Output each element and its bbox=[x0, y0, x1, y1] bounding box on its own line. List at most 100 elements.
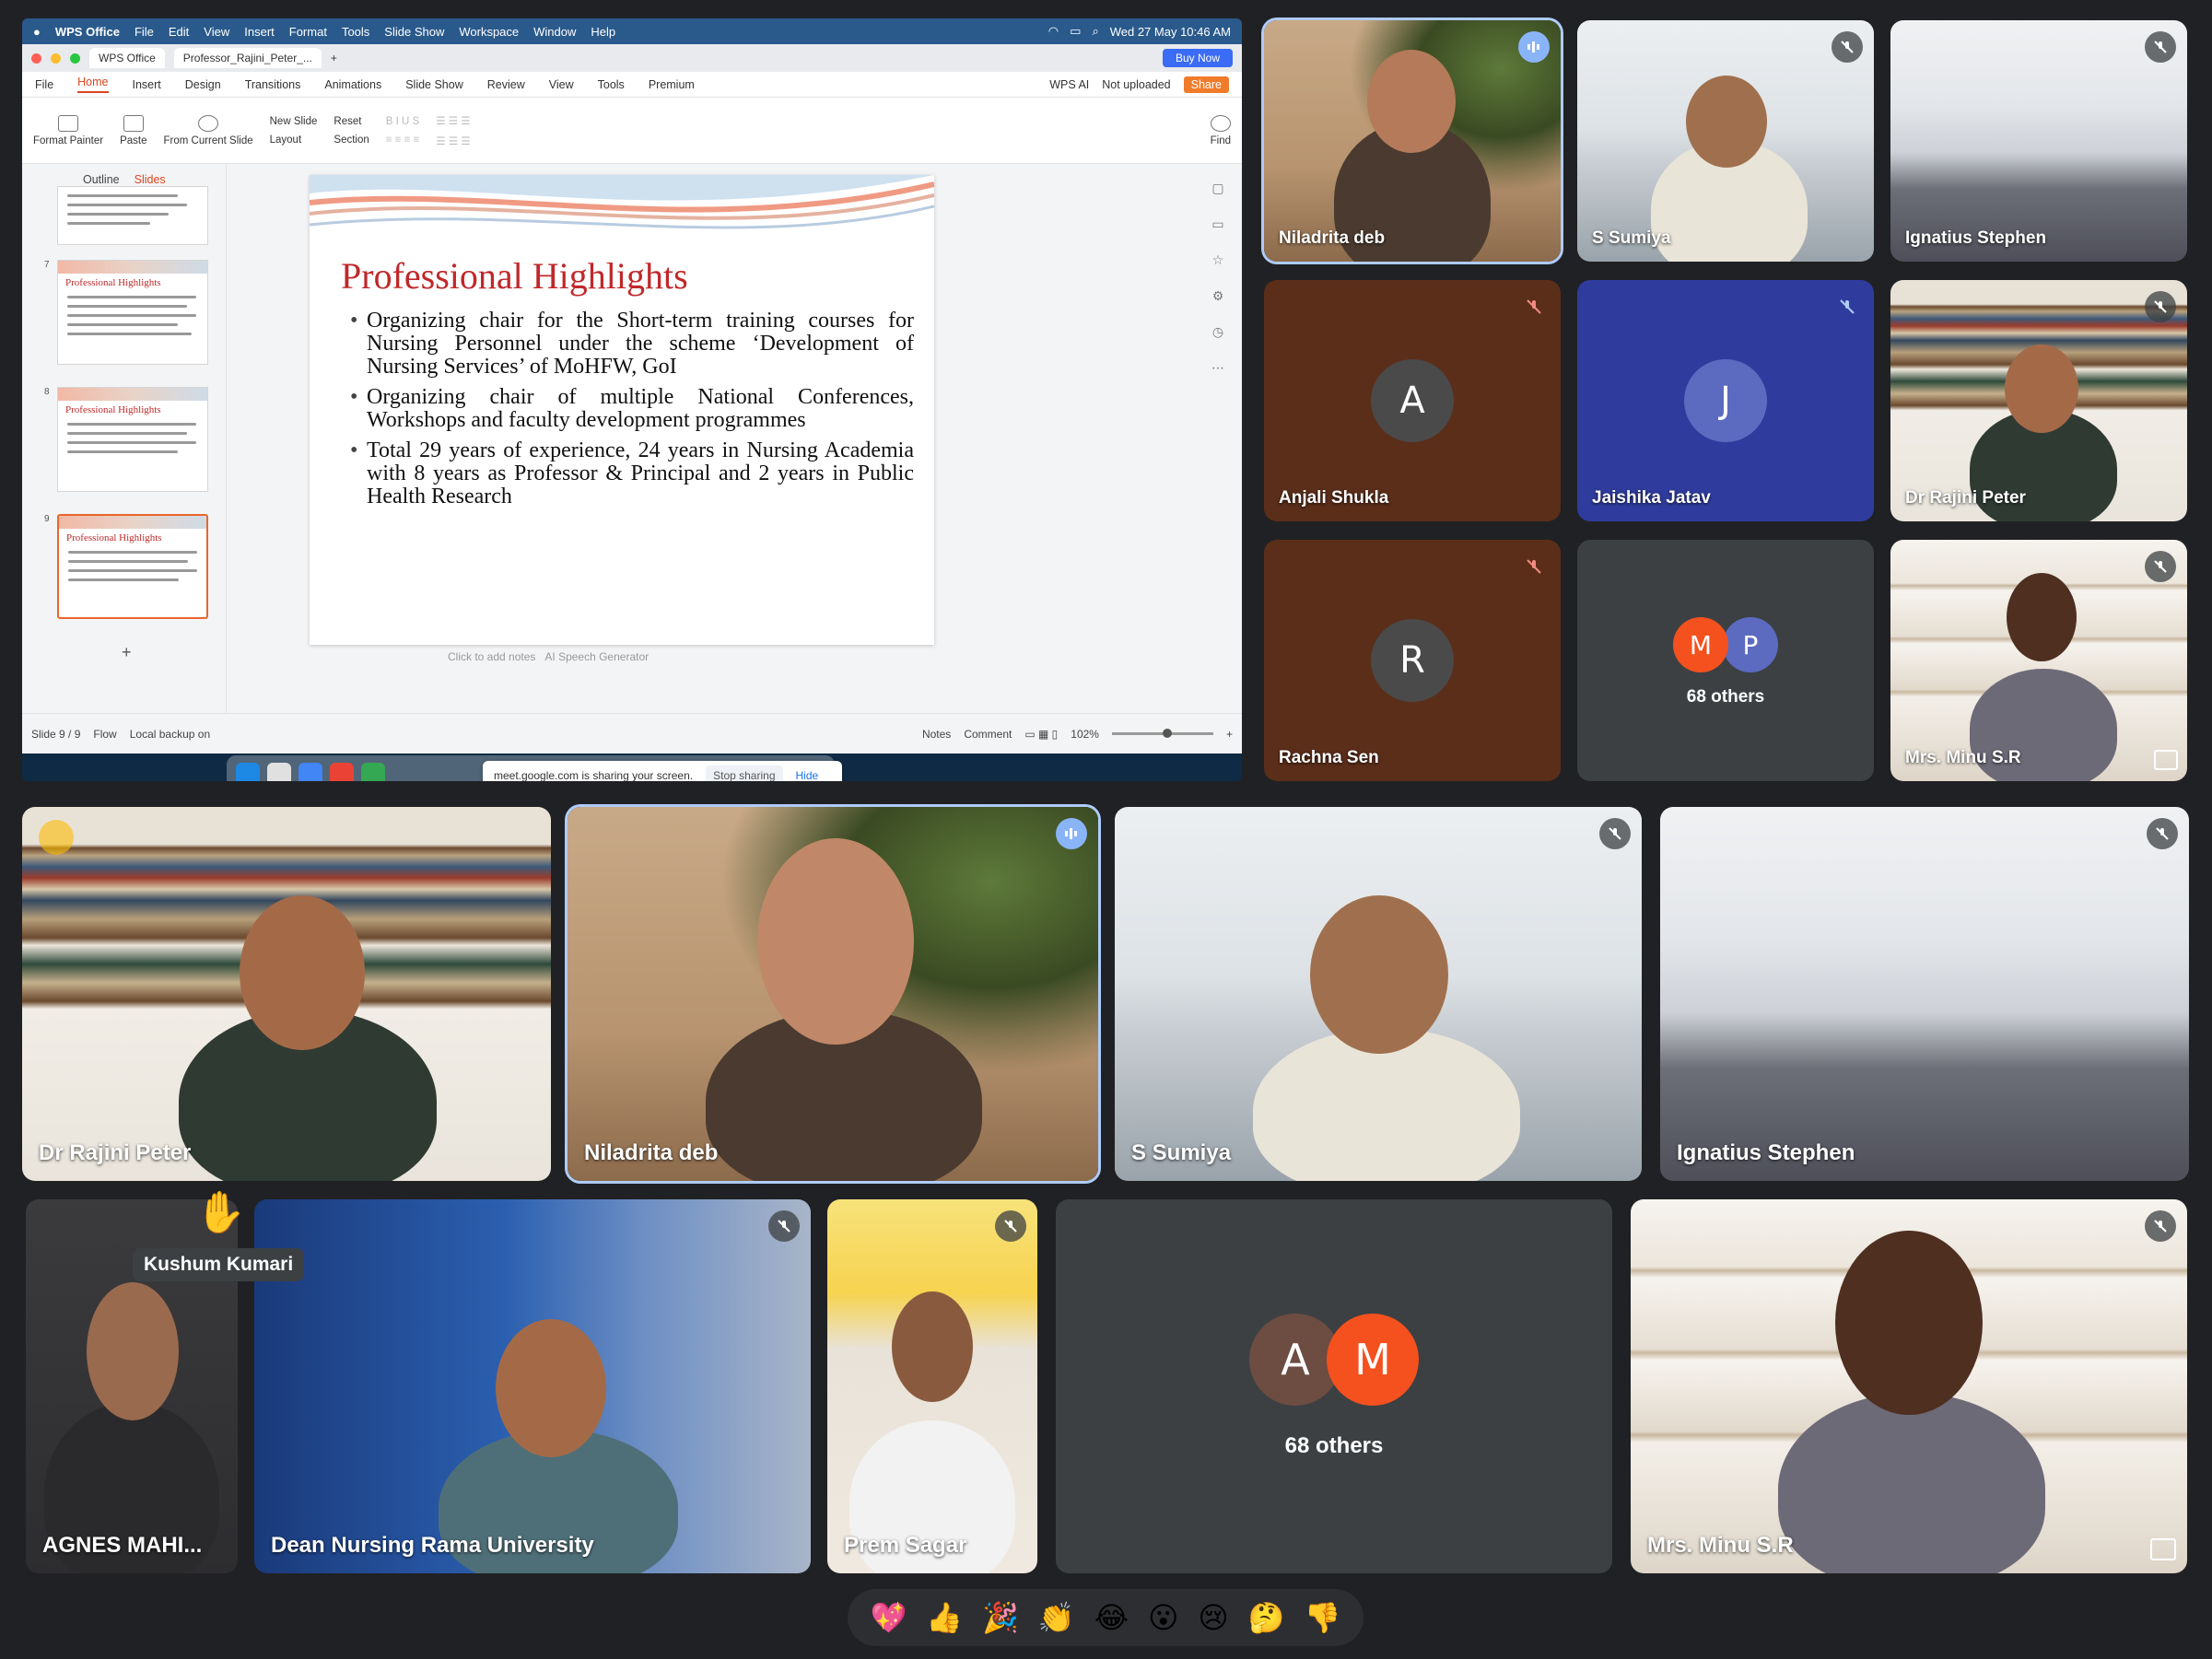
mac-menu-file[interactable]: File bbox=[135, 25, 154, 39]
participant-tile-jaishika[interactable]: J Jaishika Jatav bbox=[1577, 280, 1874, 521]
layout-button[interactable]: Layout bbox=[270, 134, 318, 146]
reaction-thumbs-down[interactable]: 👎 bbox=[1305, 1600, 1341, 1635]
star-icon[interactable]: ☆ bbox=[1212, 252, 1224, 268]
notes-button[interactable]: Notes bbox=[922, 728, 951, 741]
participant-tile-prem-sagar[interactable]: Prem Sagar bbox=[827, 1199, 1037, 1573]
messages-icon[interactable] bbox=[361, 763, 385, 781]
more-icon[interactable]: ⋯ bbox=[1211, 360, 1224, 376]
screen-share-tile[interactable]: ● WPS Office File Edit View Insert Forma… bbox=[22, 18, 1242, 781]
slides-tab[interactable]: Slides bbox=[135, 173, 166, 186]
slide-thumbnail-6[interactable] bbox=[57, 186, 208, 245]
add-slide-icon[interactable]: + bbox=[122, 643, 132, 662]
mac-menu-view[interactable]: View bbox=[204, 25, 229, 39]
tab-home[interactable]: Home bbox=[77, 76, 109, 93]
tab-transitions[interactable]: Transitions bbox=[245, 78, 301, 91]
zoom-in-icon[interactable]: + bbox=[1226, 728, 1233, 741]
comment-icon[interactable]: ▭ bbox=[1211, 216, 1223, 232]
ai-speech-generator-button[interactable]: AI Speech Generator bbox=[544, 650, 649, 663]
mac-menu-insert[interactable]: Insert bbox=[244, 25, 275, 39]
new-tab-icon[interactable]: + bbox=[331, 52, 337, 64]
apple-icon[interactable]: ● bbox=[33, 25, 41, 39]
new-slide-button[interactable]: New Slide bbox=[270, 116, 318, 127]
pin-icon[interactable] bbox=[2150, 1538, 2176, 1560]
zoom-level[interactable]: 102% bbox=[1071, 728, 1099, 741]
comment-button[interactable]: Comment bbox=[964, 728, 1012, 741]
participant-tile-rajini-large[interactable]: Dr Rajini Peter bbox=[22, 807, 551, 1181]
format-painter-button[interactable]: Format Painter bbox=[33, 114, 103, 146]
flow-button[interactable]: Flow bbox=[93, 728, 116, 741]
tab-document[interactable]: Professor_Rajini_Peter_... bbox=[173, 48, 322, 68]
others-tile-large[interactable]: A M 68 others bbox=[1056, 1199, 1612, 1573]
tab-animations[interactable]: Animations bbox=[324, 78, 381, 91]
participant-tile-minu[interactable]: Mrs. Minu S.R bbox=[1890, 540, 2187, 781]
paste-button[interactable]: Paste bbox=[120, 114, 146, 146]
participant-tile-sumiya-large[interactable]: S Sumiya bbox=[1115, 807, 1642, 1181]
wps-ai-button[interactable]: WPS AI bbox=[1049, 78, 1089, 91]
reaction-sad[interactable]: 😢 bbox=[1198, 1600, 1228, 1635]
participant-tile-minu-large[interactable]: Mrs. Minu S.R bbox=[1631, 1199, 2187, 1573]
reaction-thumbs-up[interactable]: 👍 bbox=[926, 1600, 963, 1635]
participant-tile-dean-nursing[interactable]: Dean Nursing Rama University bbox=[254, 1199, 811, 1573]
mac-menu-tools[interactable]: Tools bbox=[342, 25, 369, 39]
battery-icon[interactable]: ▭ bbox=[1070, 24, 1081, 39]
not-uploaded-status[interactable]: Not uploaded bbox=[1102, 78, 1170, 91]
slide-thumbnail-9[interactable]: Professional Highlights bbox=[57, 514, 208, 619]
launchpad-icon[interactable] bbox=[267, 763, 291, 781]
mac-menu-format[interactable]: Format bbox=[289, 25, 327, 39]
tab-design[interactable]: Design bbox=[185, 78, 221, 91]
participant-tile-niladrita[interactable]: Niladrita deb bbox=[1264, 20, 1561, 262]
view-mode-icons[interactable]: ▭ ▦ ▯ bbox=[1024, 728, 1058, 741]
share-button[interactable]: Share bbox=[1183, 76, 1229, 93]
outline-tab[interactable]: Outline bbox=[83, 173, 120, 186]
reaction-laugh[interactable]: 😂 bbox=[1094, 1600, 1129, 1635]
tab-premium[interactable]: Premium bbox=[649, 78, 695, 91]
participant-tile-sumiya[interactable]: S Sumiya bbox=[1577, 20, 1874, 262]
find-button[interactable]: Find bbox=[1211, 114, 1231, 146]
slide-thumbnail-8[interactable]: Professional Highlights bbox=[57, 387, 208, 492]
reaction-clap[interactable]: 👏 bbox=[1038, 1600, 1075, 1635]
tab-wps-office[interactable]: WPS Office bbox=[89, 48, 165, 68]
chrome-icon[interactable] bbox=[330, 763, 354, 781]
finder-icon[interactable] bbox=[236, 763, 260, 781]
reset-button[interactable]: Reset bbox=[334, 116, 369, 127]
tab-tools[interactable]: Tools bbox=[598, 78, 625, 91]
hide-button[interactable]: Hide bbox=[796, 769, 819, 781]
slide-thumbnail-7[interactable]: Professional Highlights bbox=[57, 260, 208, 365]
close-window-icon[interactable] bbox=[31, 53, 41, 64]
current-slide[interactable]: Professional Highlights Organizing chair… bbox=[310, 175, 934, 645]
settings-icon[interactable]: ⚙ bbox=[1212, 288, 1224, 304]
mac-menu-slideshow[interactable]: Slide Show bbox=[384, 25, 444, 39]
participant-tile-ignatius-large[interactable]: Ignatius Stephen bbox=[1660, 807, 2189, 1181]
mac-app-name[interactable]: WPS Office bbox=[55, 25, 120, 39]
participant-tile-niladrita-large[interactable]: Niladrita deb bbox=[568, 807, 1098, 1181]
zoom-slider[interactable] bbox=[1111, 729, 1213, 738]
history-icon[interactable]: ◷ bbox=[1212, 324, 1223, 340]
maximize-window-icon[interactable] bbox=[70, 53, 80, 64]
mac-menu-help[interactable]: Help bbox=[591, 25, 615, 39]
participant-tile-ignatius[interactable]: Ignatius Stephen bbox=[1890, 20, 2187, 262]
stop-sharing-button[interactable]: Stop sharing bbox=[706, 765, 783, 781]
add-notes-placeholder[interactable]: Click to add notes bbox=[448, 650, 535, 663]
tab-review[interactable]: Review bbox=[487, 78, 525, 91]
reaction-party[interactable]: 🎉 bbox=[982, 1600, 1019, 1635]
participant-tile-rachna[interactable]: R Rachna Sen bbox=[1264, 540, 1561, 781]
backup-status[interactable]: Local backup on bbox=[130, 728, 210, 741]
minimize-window-icon[interactable] bbox=[51, 53, 61, 64]
section-button[interactable]: Section bbox=[334, 134, 369, 146]
mac-menu-window[interactable]: Window bbox=[533, 25, 576, 39]
participant-tile-rajini[interactable]: Dr Rajini Peter bbox=[1890, 280, 2187, 521]
search-icon[interactable]: ⌕ bbox=[1092, 24, 1098, 39]
reaction-surprised[interactable]: 😮 bbox=[1148, 1600, 1178, 1635]
wifi-icon[interactable]: ◠ bbox=[1048, 24, 1059, 39]
reaction-thinking[interactable]: 🤔 bbox=[1248, 1600, 1285, 1635]
safari-icon[interactable] bbox=[298, 763, 322, 781]
tab-slide-show[interactable]: Slide Show bbox=[405, 78, 463, 91]
file-menu[interactable]: File bbox=[35, 78, 53, 91]
tab-insert[interactable]: Insert bbox=[133, 78, 161, 91]
others-tile[interactable]: M P 68 others bbox=[1577, 540, 1874, 781]
pin-icon[interactable] bbox=[2154, 750, 2178, 770]
properties-icon[interactable]: ▢ bbox=[1211, 181, 1223, 196]
mac-menu-edit[interactable]: Edit bbox=[169, 25, 189, 39]
reaction-heart[interactable]: 💖 bbox=[870, 1600, 907, 1635]
participant-tile-anjali[interactable]: A Anjali Shukla bbox=[1264, 280, 1561, 521]
